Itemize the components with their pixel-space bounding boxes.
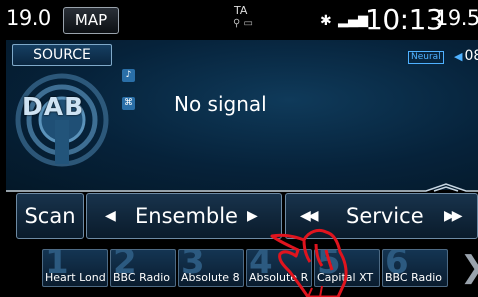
scan-button[interactable]: Scan: [16, 193, 84, 239]
temperature-right[interactable]: 19.5: [435, 6, 478, 30]
guitar-icon: ♪: [122, 69, 135, 82]
ensemble-label: Ensemble: [135, 204, 238, 228]
preset-name: BBC Radio: [113, 271, 170, 284]
preset-button[interactable]: 2 BBC Radio: [110, 249, 176, 287]
service-label: Service: [346, 204, 424, 228]
ensemble-prev-icon[interactable]: ◀: [105, 194, 116, 238]
preset-button[interactable]: 1 Heart Lond: [42, 249, 108, 287]
preset-button[interactable]: 6 BBC Radio: [382, 249, 448, 287]
neural-badge: Neural: [408, 51, 444, 64]
volume-value: 08: [464, 48, 478, 64]
hand-pointer-icon: [270, 228, 348, 297]
signal-icon: ▂▄▆: [338, 13, 368, 28]
ensemble-control[interactable]: ◀ Ensemble ▶: [86, 193, 282, 239]
control-row: Scan ◀ Ensemble ▶ ◀◀ Service ▶▶: [6, 193, 478, 241]
status-bar: 19.0 MAP TA ⚲ ▭ ✱ ▂▄▆ 10:13 19.5: [6, 0, 478, 40]
preset-name: Absolute 8: [181, 271, 240, 284]
signal-status-text: No signal: [174, 92, 267, 116]
panel-divider: [6, 183, 478, 192]
clock: 10:13: [365, 3, 444, 36]
preset-row: 1 Heart Lond 2 BBC Radio 3 Absolute 8 4 …: [6, 245, 478, 289]
dab-main-panel: SOURCE Neural ◀ 08 DAB ♪ ⌘ No signal: [6, 40, 478, 192]
ensemble-next-icon[interactable]: ▶: [247, 194, 258, 238]
status-small-icons: ⚲ ▭: [233, 18, 253, 29]
bluetooth-icon: ✱: [320, 13, 332, 29]
preset-name: BBC Radio: [385, 271, 442, 284]
preset-name: Heart Lond: [45, 271, 106, 284]
volume-icon: ◀: [454, 50, 463, 63]
source-button[interactable]: SOURCE: [12, 44, 112, 66]
dab-label: DAB: [22, 92, 85, 121]
antenna-icon: ⌘: [122, 97, 135, 110]
preset-button[interactable]: 3 Absolute 8: [178, 249, 244, 287]
ta-indicator: TA: [234, 4, 248, 17]
temperature-left[interactable]: 19.0: [6, 6, 51, 30]
car-screen: 19.0 MAP TA ⚲ ▭ ✱ ▂▄▆ 10:13 19.5 SOURCE …: [6, 0, 478, 297]
chevron-right-icon[interactable]: ❯: [460, 251, 478, 285]
skip-next-icon[interactable]: ▶▶: [444, 194, 462, 238]
map-button[interactable]: MAP: [63, 7, 119, 34]
volume-display: ◀ 08: [454, 48, 478, 64]
